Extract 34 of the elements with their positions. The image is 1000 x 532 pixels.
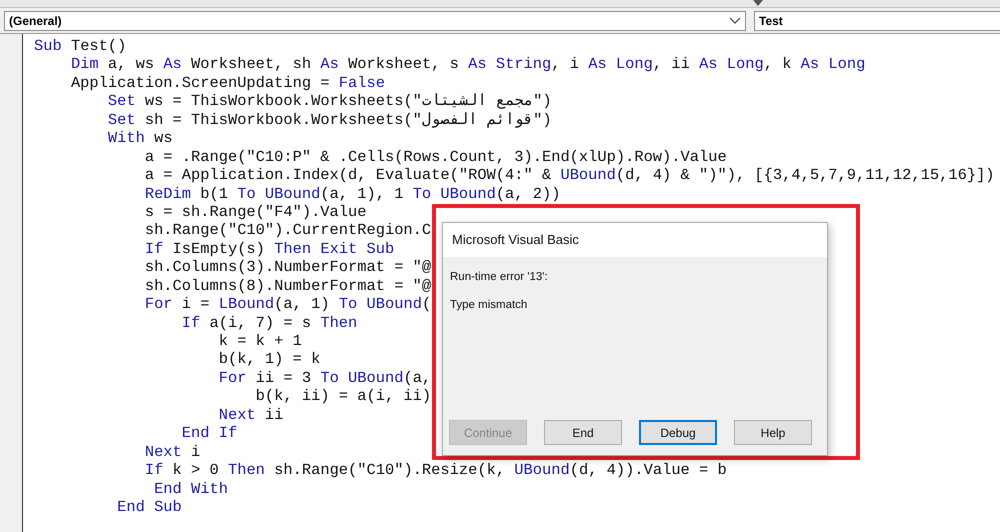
object-dropdown[interactable]: (General) [4, 11, 746, 31]
code-line: sh.Columns(8).NumberFormat = "@ [144, 276, 432, 295]
code-line: ReDim b(1 To UBound(a, 1), 1 To UBound(a, 2)) [144, 184, 560, 202]
code-line: a = Application.Index(d, Evaluate("ROW(4:" & UBound(d, 4) & ")"), [{3,4,5,7,9,11,12,15,16}]) [144, 166, 995, 184]
code-line: k = k + 1 [218, 332, 302, 350]
code-line: a = .Range("C10:P" & .Cells(Rows.Count, 3).End(xlUp).Row).Value [144, 148, 727, 166]
code-line: For i = LBound(a, 1) To UBound( [144, 295, 432, 314]
code-line: s = sh.Range("F4").Value [144, 202, 366, 221]
code-line: End If [180, 424, 238, 442]
chevron-down-icon [729, 17, 741, 25]
code-line: With ws [106, 129, 173, 148]
code-line: b(k, ii) = a(i, ii) [254, 387, 432, 406]
code-line: Dim a, ws As Worksheet, sh As Worksheet, s As String, i As Long, ii As Long, k As Long [70, 55, 866, 74]
procedure-dropdown[interactable]: Test [754, 11, 1000, 31]
code-line: sh.Range("C10").CurrentRegion.C [144, 221, 432, 240]
splitter-handle-icon[interactable] [753, 0, 763, 6]
code-line: Sub Test() [34, 37, 126, 55]
code-line: If IsEmpty(s) Then Exit Sub [144, 240, 394, 258]
dialog-button[interactable]: Debug [639, 420, 717, 445]
error-message: Type mismatch [449, 299, 528, 311]
code-line: If a(i, 7) = s Then [180, 314, 358, 332]
code-line: Next ii [218, 406, 284, 424]
code-line: End With [153, 480, 228, 498]
dialog-button[interactable]: Help [734, 420, 812, 445]
dialog-button[interactable]: End [544, 420, 622, 445]
error-code-text: Run-time error '13': [449, 271, 549, 283]
code-line: Application.ScreenUpdating = False [70, 74, 385, 92]
code-line: If k > 0 Then sh.Range("C10").Resize(k, UBound(d, 4)).Value = b [144, 461, 727, 480]
code-line: b(k, 1) = k [218, 350, 320, 368]
code-line: sh.Columns(3).NumberFormat = "@ [144, 258, 432, 276]
code-line: End Sub [116, 498, 182, 516]
code-line: Next i [144, 442, 200, 461]
dialog-title: Microsoft Visual Basic [443, 223, 827, 257]
code-line: For ii = 3 To UBound(a, [218, 368, 432, 387]
